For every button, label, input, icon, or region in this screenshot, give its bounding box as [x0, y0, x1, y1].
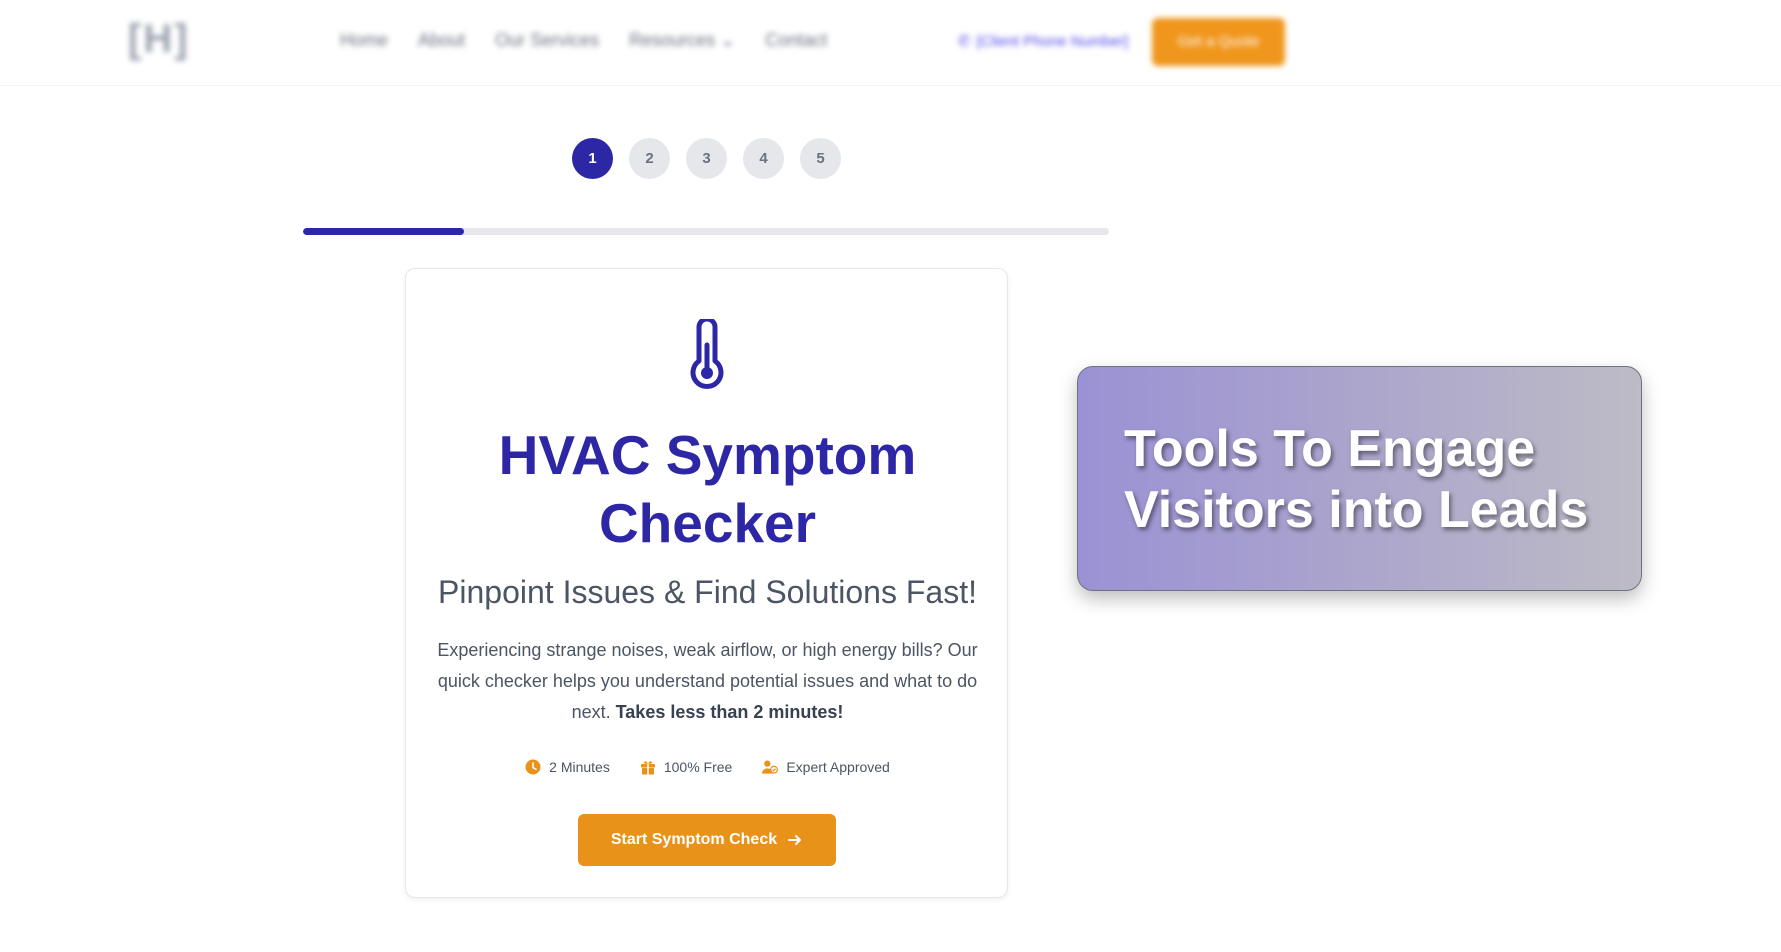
site-header: [H] Home About Our Services Resources ⌄ …: [0, 0, 1781, 86]
gift-icon: [640, 761, 655, 775]
phone-icon: ✆: [958, 33, 971, 50]
feature-free: 100% Free: [640, 759, 732, 775]
chevron-down-icon: ⌄: [720, 30, 736, 50]
start-button-label: Start Symptom Check: [610, 831, 778, 848]
promo-text: Tools To Engage Visitors into Leads: [1124, 420, 1589, 539]
user-check-icon: [762, 760, 779, 774]
nav-resources[interactable]: Resources ⌄: [629, 30, 735, 51]
symptom-checker-card: HVAC Symptom Checker Pinpoint Issues & F…: [405, 268, 1008, 898]
step-1[interactable]: 1: [572, 138, 613, 179]
step-5[interactable]: 5: [800, 138, 841, 179]
nav-contact[interactable]: Contact: [765, 30, 827, 51]
description-emphasis: Takes less than 2 minutes!: [615, 702, 844, 722]
step-2[interactable]: 2: [629, 138, 670, 179]
phone-link[interactable]: ✆ [Client Phone Number]: [958, 32, 1128, 50]
card-subtitle: Pinpoint Issues & Find Solutions Fast!: [438, 574, 977, 610]
promo-banner: Tools To Engage Visitors into Leads: [1077, 366, 1642, 591]
logo[interactable]: [H]: [128, 14, 194, 64]
feature-expert: Expert Approved: [762, 759, 890, 775]
card-title: HVAC Symptom Checker: [498, 424, 917, 554]
arrow-right-icon: [788, 835, 802, 845]
feature-time: 2 Minutes: [525, 759, 610, 775]
nav-home[interactable]: Home: [340, 30, 388, 51]
clock-icon: [525, 759, 541, 775]
phone-label: [Client Phone Number]: [976, 33, 1129, 50]
get-quote-button[interactable]: Get a Quote: [1152, 18, 1285, 66]
step-indicator: 1 2 3 4 5: [572, 138, 841, 179]
feature-list: 2 Minutes 100% Free Expert Approved: [406, 759, 1009, 775]
card-description: Experiencing strange noises, weak airflo…: [437, 640, 978, 722]
nav-services[interactable]: Our Services: [495, 30, 599, 51]
thermometer-icon: [690, 319, 724, 389]
main-nav: Home About Our Services Resources ⌄ Cont…: [340, 30, 827, 51]
start-symptom-check-button[interactable]: Start Symptom Check: [578, 814, 836, 866]
nav-about[interactable]: About: [418, 30, 465, 51]
page: [H] Home About Our Services Resources ⌄ …: [0, 0, 1781, 952]
step-3[interactable]: 3: [686, 138, 727, 179]
step-4[interactable]: 4: [743, 138, 784, 179]
progress-fill: [303, 228, 465, 235]
progress-bar: [303, 228, 1109, 235]
